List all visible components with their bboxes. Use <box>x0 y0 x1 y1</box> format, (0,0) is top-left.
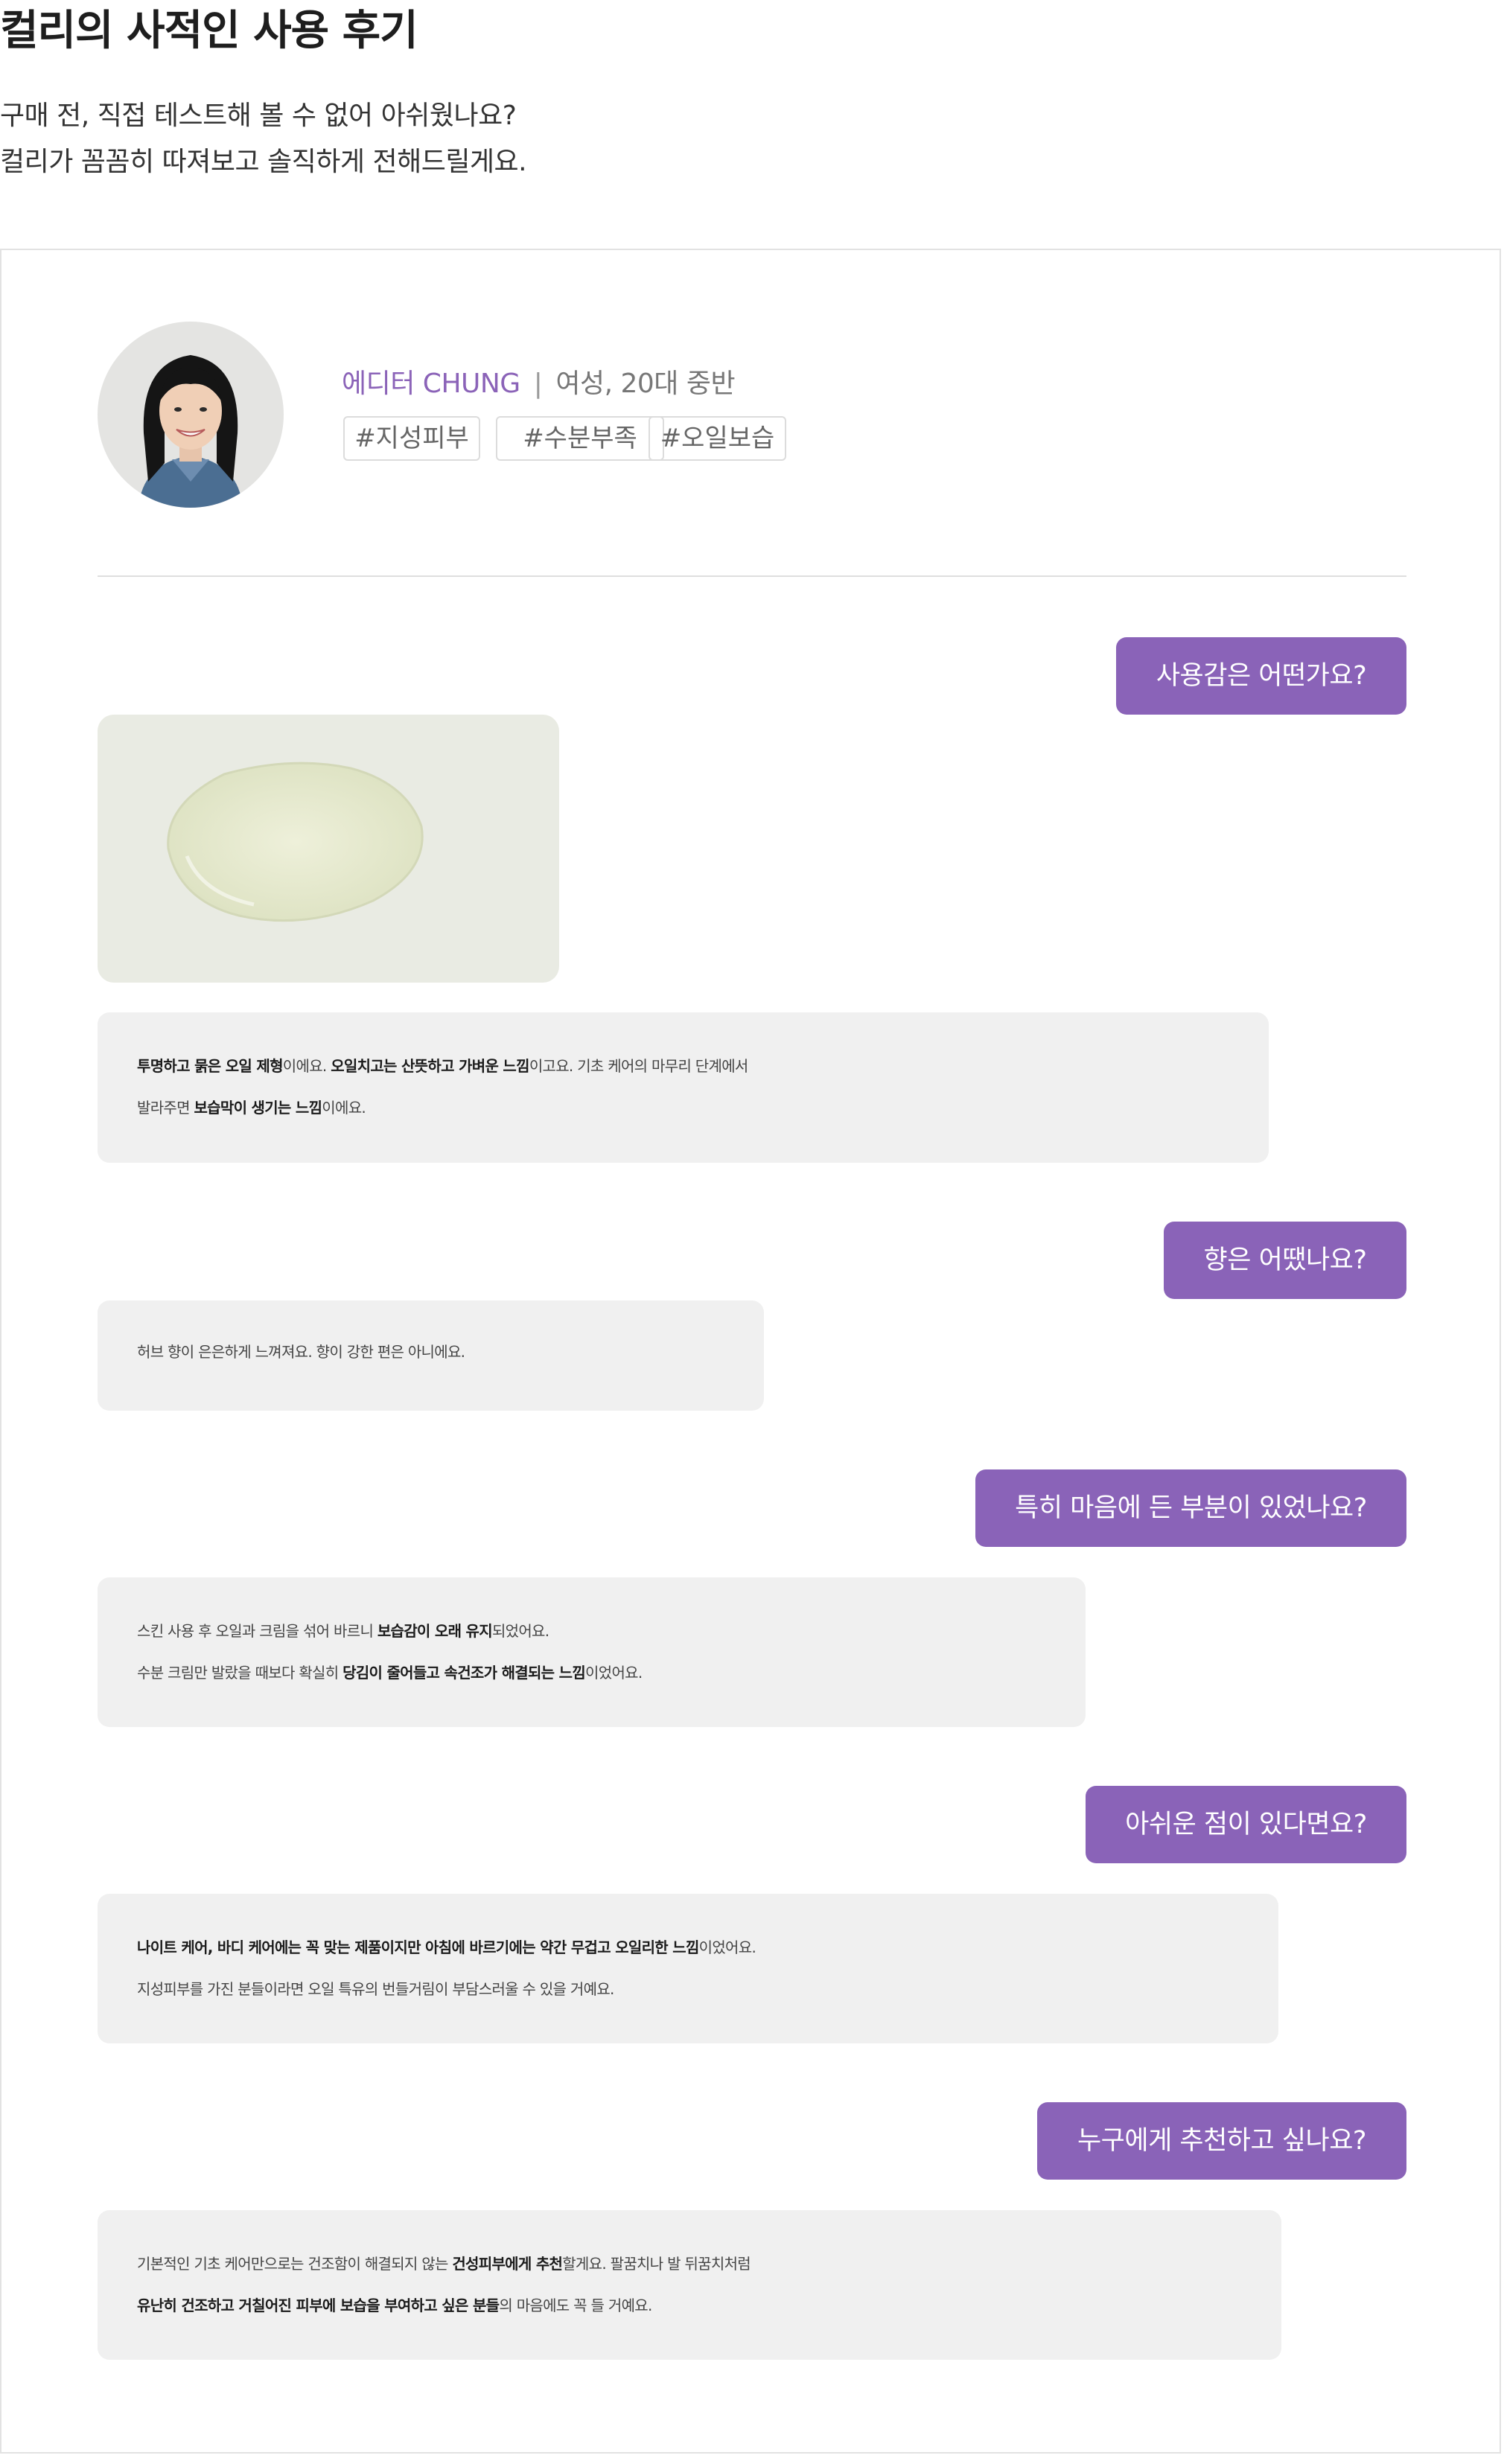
editor-profile: 여성, 20대 중반 <box>555 368 736 399</box>
answer-1-line-2: 발라주면 보습막이 생기는 느낌이에요. <box>137 1099 366 1117</box>
editor-name: 에디터 CHUNG <box>342 368 520 399</box>
editor-portrait-image <box>98 322 284 508</box>
answer-5-line-2: 유난히 건조하고 거칠어진 피부에 보습을 부여하고 싶은 분들의 마음에도 꼭… <box>137 2297 652 2314</box>
product-texture-image <box>98 715 559 983</box>
answer-1-line-1: 투명하고 묽은 오일 제형이에요. 오일치고는 산뜻하고 가벼운 느낌이고요. … <box>137 1057 748 1075</box>
page-title: 컬리의 사적인 사용 후기 <box>0 7 418 55</box>
editor-avatar <box>98 322 284 508</box>
question-bubble-1: 사용감은 어떤가요? <box>1116 637 1406 715</box>
question-bubble-3: 특히 마음에 든 부분이 있었나요? <box>975 1469 1406 1547</box>
answer-bubble-2: 허브 향이 은은하게 느껴져요. 향이 강한 편은 아니에요. <box>98 1300 764 1411</box>
answer-bubble-4: 나이트 케어, 바디 케어에는 꼭 맞는 제품이지만 아침에 바르기에는 약간 … <box>98 1894 1278 2043</box>
tag-lacking-moisture: #수분부족 <box>496 416 664 461</box>
tag-oil-moisturizing: #오일보습 <box>649 416 786 461</box>
answer-bubble-5: 기본적인 기초 케어만으로는 건조함이 해결되지 않는 건성피부에게 추천할게요… <box>98 2210 1281 2360</box>
answer-3-line-2: 수분 크림만 발랐을 때보다 확실히 당김이 줄어들고 속건조가 해결되는 느낌… <box>137 1664 643 1682</box>
answer-2-line-1: 허브 향이 은은하게 느껴져요. 향이 강한 편은 아니에요. <box>137 1343 465 1361</box>
question-bubble-2: 향은 어땠나요? <box>1164 1222 1406 1299</box>
answer-bubble-3: 스킨 사용 후 오일과 크림을 섞어 바르니 보습감이 오래 유지되었어요. 수… <box>98 1577 1086 1727</box>
intro-text-line-2: 컬리가 꼼꼼히 따져보고 솔직하게 전해드릴게요. <box>0 147 527 177</box>
answer-4-line-2: 지성피부를 가진 분들이라면 오일 특유의 번들거림이 부담스러울 수 있을 거… <box>137 1980 614 1998</box>
oil-swatch-image <box>98 715 559 983</box>
intro-text-line-1: 구매 전, 직접 테스트해 볼 수 없어 아쉬웠나요? <box>0 100 517 131</box>
separator: | <box>533 368 543 399</box>
answer-bubble-1: 투명하고 묽은 오일 제형이에요. 오일치고는 산뜻하고 가벼운 느낌이고요. … <box>98 1012 1269 1163</box>
divider <box>98 575 1406 577</box>
answer-4-line-1: 나이트 케어, 바디 케어에는 꼭 맞는 제품이지만 아침에 바르기에는 약간 … <box>137 1938 756 1956</box>
answer-3-line-1: 스킨 사용 후 오일과 크림을 섞어 바르니 보습감이 오래 유지되었어요. <box>137 1622 549 1640</box>
editor-info: 에디터 CHUNG | 여성, 20대 중반 <box>342 362 736 400</box>
question-bubble-4: 아쉬운 점이 있다면요? <box>1086 1786 1406 1863</box>
question-bubble-5: 누구에게 추천하고 싶나요? <box>1037 2102 1406 2180</box>
tag-oily-skin: #지성피부 <box>343 416 480 461</box>
answer-5-line-1: 기본적인 기초 케어만으로는 건조함이 해결되지 않는 건성피부에게 추천할게요… <box>137 2255 751 2273</box>
